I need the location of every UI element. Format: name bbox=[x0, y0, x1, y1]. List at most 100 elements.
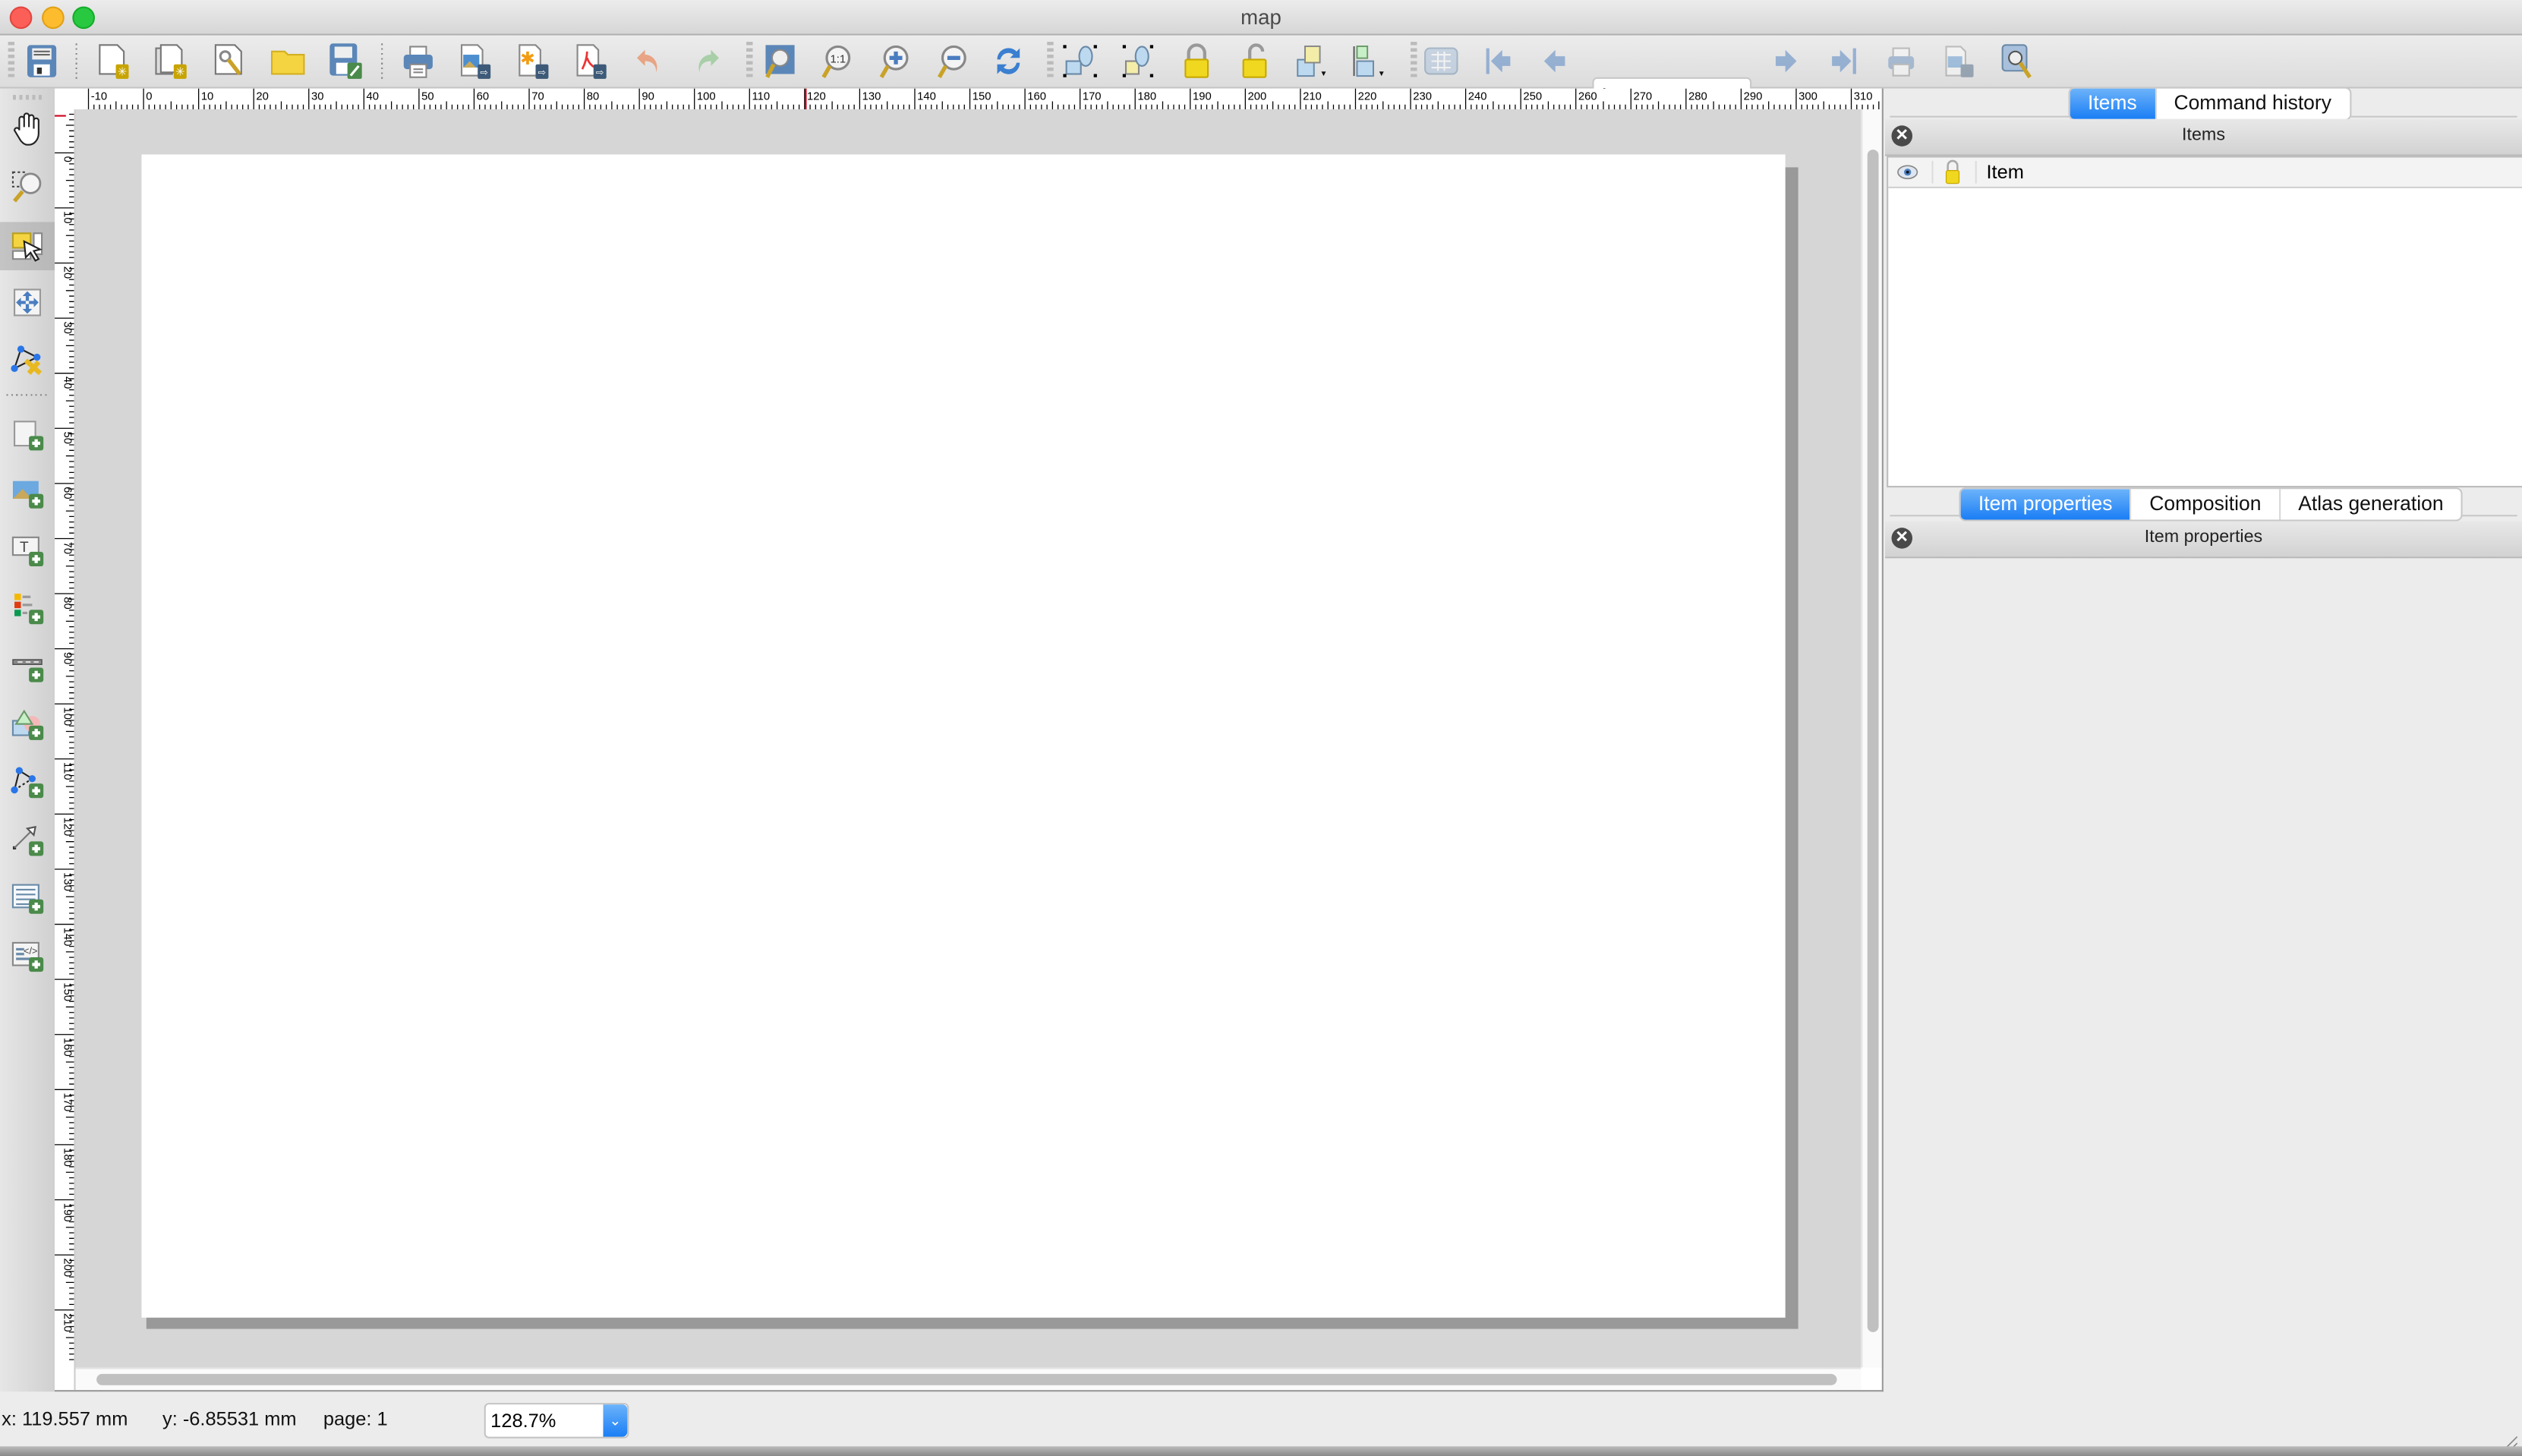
status-bar: x: 119.557 mm y: -6.85531 mm page: 1 bbox=[0, 1393, 2522, 1445]
add-shape-button[interactable] bbox=[6, 703, 48, 745]
export-pdf-icon: ⇨ bbox=[576, 44, 607, 79]
raise-items-button[interactable] bbox=[1293, 42, 1332, 80]
add-scalebar-button[interactable] bbox=[6, 645, 48, 687]
edit-nodes-icon bbox=[11, 345, 43, 376]
zoom-out-button[interactable] bbox=[933, 42, 972, 80]
save-template-button[interactable] bbox=[326, 42, 365, 80]
add-arrow-button[interactable] bbox=[6, 819, 48, 861]
next-feature-button[interactable] bbox=[1766, 42, 1805, 80]
add-attribute-table-button[interactable] bbox=[6, 877, 48, 919]
composer-manager-button[interactable] bbox=[211, 42, 250, 80]
refresh-icon bbox=[997, 48, 1020, 74]
zoom-tool-button[interactable] bbox=[6, 165, 48, 207]
chevron-down-icon[interactable]: ⌄ bbox=[603, 1404, 628, 1437]
horizontal-scrollbar-thumb[interactable] bbox=[96, 1373, 1837, 1385]
ruler-tick-label: 110 bbox=[752, 90, 770, 102]
zoom-actual-icon: 1:1 bbox=[821, 45, 851, 79]
tab-composition[interactable]: Composition bbox=[2130, 489, 2279, 520]
ruler-tick-label: 210 bbox=[61, 1313, 74, 1332]
export-pdf-button[interactable]: ⇨ bbox=[572, 42, 611, 80]
ruler-tick-label: 250 bbox=[1523, 90, 1542, 102]
atlas-preview-button[interactable] bbox=[1422, 42, 1461, 80]
load-template-button[interactable] bbox=[269, 42, 307, 80]
move-item-content-button[interactable] bbox=[6, 282, 48, 323]
ruler-tick-label: 40 bbox=[367, 90, 379, 102]
toolbar-separator bbox=[6, 394, 49, 396]
print-atlas-button[interactable] bbox=[1882, 42, 1921, 80]
item-properties-dock-header: ✕ Item properties bbox=[1885, 521, 2522, 559]
next-feature-icon bbox=[1775, 49, 1797, 73]
tab-command-history[interactable]: Command history bbox=[2155, 88, 2349, 119]
group-button[interactable] bbox=[1061, 42, 1100, 80]
export-svg-button[interactable]: ✱ ⇨ bbox=[515, 42, 553, 80]
vertical-scrollbar[interactable] bbox=[1861, 109, 1884, 1368]
composition-canvas[interactable] bbox=[75, 109, 1862, 1368]
add-node-item-icon bbox=[11, 767, 44, 799]
ruler-tick-label: 0 bbox=[146, 90, 152, 102]
undo-icon bbox=[636, 49, 657, 73]
horizontal-ruler[interactable]: -10 0 10 20 30 40 50 60 70 80 90 100 110 120 130 140 150… bbox=[84, 88, 1902, 112]
pan-tool-button[interactable] bbox=[6, 108, 48, 150]
horizontal-scrollbar[interactable] bbox=[75, 1367, 1862, 1391]
tab-atlas-generation[interactable]: Atlas generation bbox=[2278, 489, 2461, 520]
ruler-tick-label: 70 bbox=[531, 90, 544, 102]
export-image-button[interactable]: ⇨ bbox=[457, 42, 496, 80]
eye-icon[interactable] bbox=[1896, 161, 1919, 188]
item-properties-panel bbox=[1885, 558, 2522, 1451]
select-move-item-button[interactable] bbox=[0, 222, 55, 271]
zoom-level-combobox[interactable]: 128.7% ⌄ bbox=[484, 1403, 629, 1439]
duplicate-composer-button[interactable]: ✳ bbox=[153, 42, 191, 80]
previous-feature-button[interactable] bbox=[1536, 42, 1575, 80]
toolbar-grip[interactable] bbox=[1411, 42, 1417, 80]
tab-items[interactable]: Items bbox=[2070, 88, 2155, 119]
undo-button[interactable] bbox=[630, 42, 669, 80]
items-tree[interactable]: Item bbox=[1887, 156, 2522, 488]
ungroup-button[interactable] bbox=[1120, 42, 1159, 80]
print-button[interactable] bbox=[399, 42, 437, 80]
vertical-scrollbar-thumb[interactable] bbox=[1867, 150, 1879, 1332]
toolbar-grip[interactable] bbox=[8, 42, 15, 80]
ruler-tick-label: 160 bbox=[61, 1038, 74, 1057]
add-html-frame-button[interactable]: </> bbox=[6, 934, 48, 976]
save-project-button[interactable] bbox=[23, 42, 61, 80]
edit-nodes-button[interactable] bbox=[6, 339, 48, 381]
toolbar-grip[interactable] bbox=[12, 95, 43, 100]
toolbar-grip[interactable] bbox=[1047, 42, 1054, 80]
add-map-button[interactable] bbox=[6, 414, 48, 455]
lock-icon bbox=[1184, 43, 1209, 78]
zoom-in-button[interactable] bbox=[875, 42, 914, 80]
refresh-button[interactable] bbox=[989, 42, 1028, 80]
ruler-tick-label: 80 bbox=[61, 597, 74, 610]
atlas-settings-button[interactable] bbox=[1997, 42, 2036, 80]
lock-items-button[interactable] bbox=[1177, 42, 1216, 80]
zoom-full-button[interactable] bbox=[761, 42, 799, 80]
add-node-item-button[interactable] bbox=[6, 761, 48, 802]
tab-item-properties[interactable]: Item properties bbox=[1960, 489, 2130, 520]
toolbar-grip[interactable] bbox=[746, 42, 753, 80]
first-feature-button[interactable] bbox=[1480, 42, 1518, 80]
zoom-tool-icon bbox=[11, 171, 42, 203]
item-column-header[interactable]: Item bbox=[1986, 161, 2023, 184]
lock-icon[interactable] bbox=[1941, 159, 1964, 190]
ruler-tick-label: -10 bbox=[91, 90, 107, 102]
add-image-button[interactable] bbox=[6, 471, 48, 513]
new-composer-button[interactable]: ✳ bbox=[95, 42, 134, 80]
vertical-ruler[interactable]: 0 10 20 30 40 50 60 70 80 90 100 110 120 130 140 150 160… bbox=[55, 109, 76, 1391]
ruler-tick-label: 200 bbox=[1248, 90, 1267, 102]
add-label-button[interactable]: T bbox=[6, 529, 48, 571]
export-atlas-button[interactable] bbox=[1940, 42, 1978, 80]
zoom-actual-button[interactable]: 1:1 bbox=[817, 42, 856, 80]
ruler-tick-label: 290 bbox=[1744, 90, 1763, 102]
ruler-tick-label: 10 bbox=[201, 90, 213, 102]
add-legend-button[interactable] bbox=[6, 588, 48, 629]
redo-button[interactable] bbox=[687, 42, 726, 80]
unlock-all-button[interactable] bbox=[1235, 42, 1274, 80]
window-bottom-edge bbox=[0, 1446, 2522, 1456]
last-feature-button[interactable] bbox=[1824, 42, 1863, 80]
add-html-frame-icon: </> bbox=[11, 941, 44, 972]
window-title: map bbox=[1241, 5, 1281, 30]
page[interactable] bbox=[141, 154, 1786, 1318]
atlas-preview-icon bbox=[1424, 47, 1458, 75]
align-items-button[interactable] bbox=[1351, 42, 1390, 80]
add-map-icon bbox=[14, 421, 44, 451]
